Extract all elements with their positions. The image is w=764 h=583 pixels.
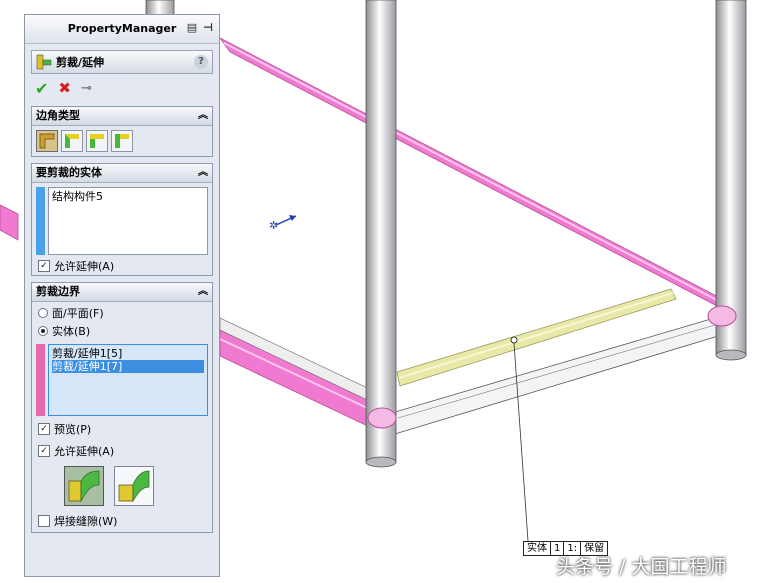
list-item[interactable]: 结构构件5 (52, 190, 204, 203)
radio-body[interactable]: 实体(B) (32, 322, 212, 340)
radio-on-icon[interactable] (38, 326, 48, 336)
radio-face-plane[interactable]: 面/平面(F) (32, 304, 212, 322)
allow-extension-checkbox-2[interactable]: ✓ 允许延伸(A) (32, 442, 212, 460)
boundary-list-row: 剪裁/延伸1[5] 剪裁/延伸1[7] (32, 340, 212, 418)
tube-pink-back-highlight (223, 42, 735, 310)
bodies-list-row: 结构构件5 (32, 183, 212, 257)
collapse-chevron-icon[interactable]: ︽ (198, 283, 208, 301)
list-item-selected[interactable]: 剪裁/延伸1[7] (52, 360, 204, 373)
feature-name: 剪裁/延伸 (56, 56, 105, 69)
radio-body-label: 实体(B) (52, 325, 91, 338)
preview-label: 预览(P) (54, 423, 92, 436)
keep-visible-pin-icon[interactable]: ⊸ (81, 81, 92, 96)
tube-yellow-highlight (398, 292, 674, 379)
group-bodies-title: 要剪裁的实体 (36, 166, 102, 179)
preview-checkbox[interactable]: ✓ 预览(P) (32, 420, 212, 438)
simple-cut-icon (68, 470, 100, 503)
checkbox-checked-icon[interactable]: ✓ (38, 260, 50, 272)
feature-header: 剪裁/延伸 ? (31, 50, 213, 74)
property-manager-title: PropertyManager (67, 22, 177, 35)
corner-butt2-icon (115, 134, 129, 148)
group-corner-type: 边角类型 ︽ (31, 106, 213, 157)
corner-end-trim-button[interactable] (36, 130, 58, 152)
property-manager-header: PropertyManager ▤ ⊣ (25, 15, 219, 44)
radio-off-icon[interactable] (38, 308, 48, 318)
tube-pink-left (219, 329, 387, 431)
group-trim-boundary: 剪裁边界 ︽ 面/平面(F) 实体(B) 剪裁/延伸1[5] 剪裁/延伸1[7]… (31, 282, 213, 533)
cancel-x-icon[interactable]: ✖ (58, 79, 71, 97)
tube-vertical-left (365, 0, 397, 463)
trim-mode-buttons (32, 460, 212, 512)
radio-face-label: 面/平面(F) (52, 307, 104, 320)
collapse-chevron-icon[interactable]: ︽ (198, 107, 208, 125)
boundary-listbox[interactable]: 剪裁/延伸1[5] 剪裁/延伸1[7] (48, 344, 208, 416)
action-row: ✔ ✖ ⊸ (25, 76, 219, 100)
group-corner-type-title: 边角类型 (36, 109, 80, 122)
tab-flyout-icon[interactable]: ▤ (185, 21, 199, 35)
checkbox-unchecked-icon[interactable] (38, 515, 50, 527)
leader-line (513, 342, 529, 542)
checkbox-checked-icon[interactable]: ✓ (38, 445, 50, 457)
trim-coped-cut-button[interactable] (114, 466, 154, 506)
pin-icon[interactable]: ⊣ (201, 21, 215, 35)
checkbox-checked-icon[interactable]: ✓ (38, 423, 50, 435)
group-bodies-header[interactable]: 要剪裁的实体 ︽ (32, 164, 212, 183)
corner-butt1-icon (90, 134, 104, 148)
allow-extension-checkbox-1[interactable]: ✓ 允许延伸(A) (32, 257, 212, 275)
collapse-chevron-icon[interactable]: ︽ (198, 164, 208, 182)
corner-butt1-button[interactable] (86, 130, 108, 152)
corner-butt2-button[interactable] (111, 130, 133, 152)
allow-extension-label-1: 允许延伸(A) (54, 260, 115, 273)
ok-check-icon[interactable]: ✔ (35, 79, 48, 98)
help-icon[interactable]: ? (194, 55, 208, 69)
allow-extension-label-2: 允许延伸(A) (54, 445, 115, 458)
tube-end-right (707, 305, 737, 327)
corner-type-buttons (32, 126, 212, 156)
trim-extend-icon (36, 54, 52, 70)
body-color-bar (36, 187, 45, 255)
list-item[interactable]: 剪裁/延伸1[5] (52, 347, 204, 360)
bodies-listbox[interactable]: 结构构件5 (48, 187, 208, 255)
tube-pink-back (219, 37, 741, 319)
group-boundary-title: 剪裁边界 (36, 285, 80, 298)
leader-anchor (510, 336, 518, 344)
corner-end-trim-icon (39, 133, 55, 149)
coped-cut-icon (118, 470, 150, 503)
corner-miter-icon (65, 134, 79, 148)
tube-pink-left-upper (0, 204, 19, 241)
tube-pink-left-highlight (219, 338, 381, 415)
tube-end-left (367, 407, 397, 429)
tag-part-body: 实体 (524, 542, 551, 555)
triad-icon: ✲ (269, 215, 297, 232)
weld-gap-checkbox[interactable]: 焊接缝隙(W) (32, 512, 212, 530)
boundary-color-bar (36, 344, 45, 416)
property-manager-panel: PropertyManager ▤ ⊣ 剪裁/延伸 ? ✔ ✖ ⊸ 边角类型 ︽ (24, 14, 220, 577)
weld-gap-label: 焊接缝隙(W) (54, 515, 118, 528)
corner-miter-button[interactable] (61, 130, 83, 152)
tube-vertical-right (715, 0, 747, 356)
group-bodies-to-trim: 要剪裁的实体 ︽ 结构构件5 ✓ 允许延伸(A) (31, 163, 213, 276)
trim-simple-cut-button[interactable] (64, 466, 104, 506)
tube-vertical-right-bottom (715, 349, 747, 361)
watermark-text: 头条号 / 大国工程师 (556, 556, 727, 578)
tube-vertical-left-bottom (365, 456, 397, 468)
group-corner-type-header[interactable]: 边角类型 ︽ (32, 107, 212, 126)
svg-text:✲: ✲ (269, 219, 278, 232)
group-boundary-header[interactable]: 剪裁边界 ︽ (32, 283, 212, 302)
